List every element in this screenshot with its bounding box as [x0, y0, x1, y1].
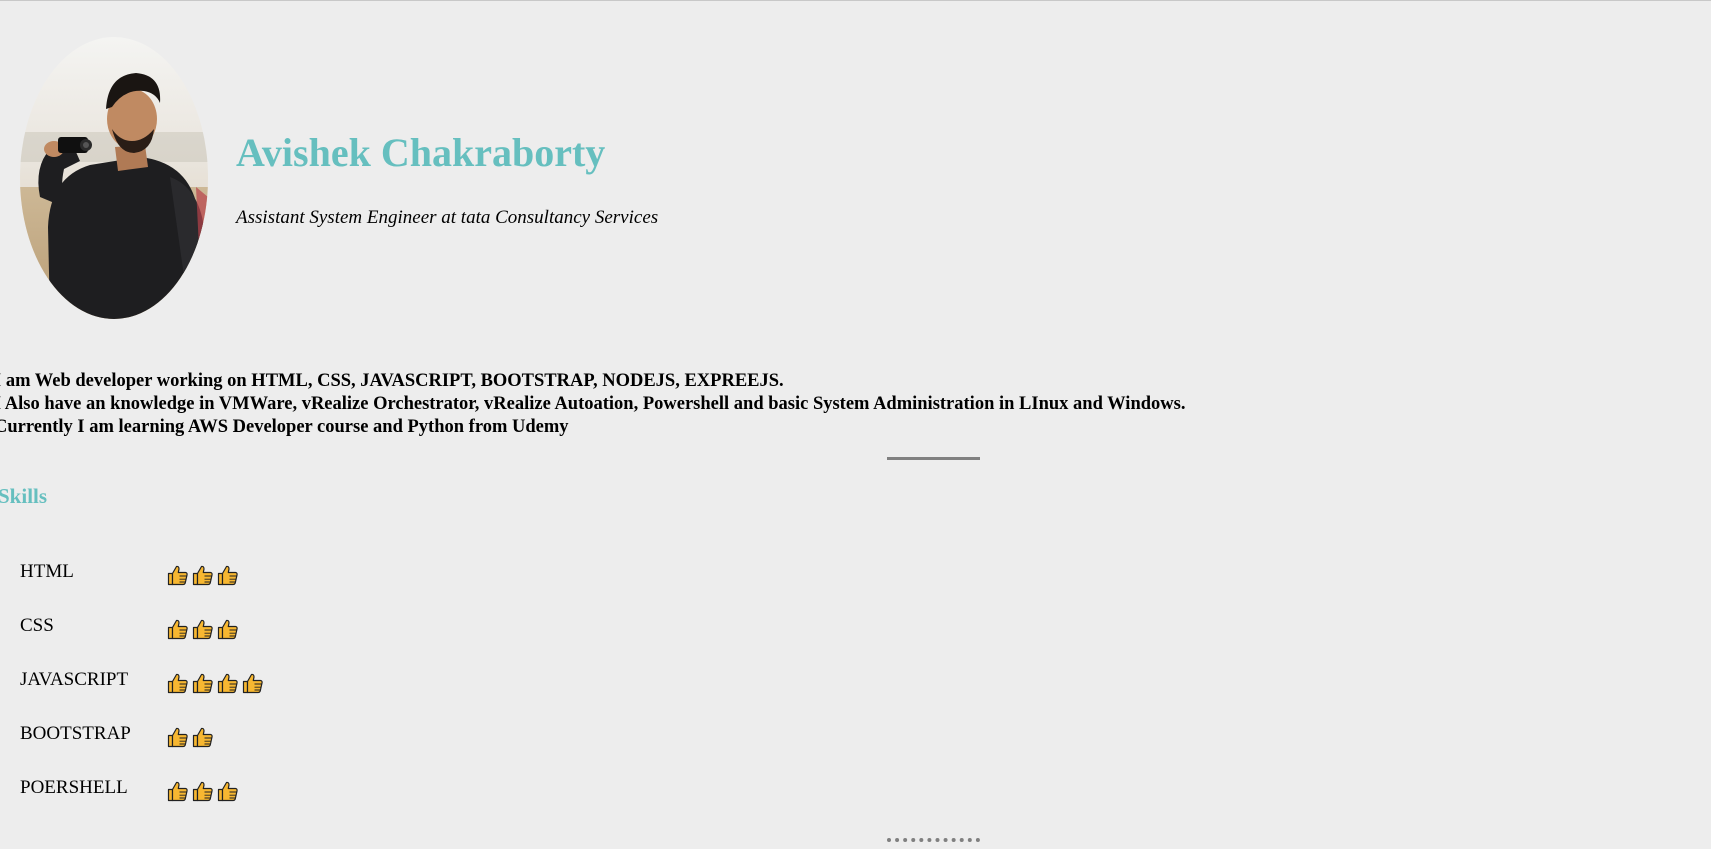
skill-rating — [166, 779, 240, 803]
dotted-divider — [887, 838, 980, 842]
thumbs-up-icon — [216, 671, 240, 695]
skill-row-html: HTML — [20, 561, 420, 589]
skill-name: JAVASCRIPT — [20, 669, 129, 690]
bio-paragraph: I am Web developer working on HTML, CSS,… — [0, 370, 1185, 439]
thumbs-up-icon — [216, 563, 240, 587]
profile-subtitle: Assistant System Engineer at tata Consul… — [236, 207, 659, 228]
thumbs-up-icon — [166, 779, 190, 803]
skill-row-bootstrap: BOOTSTRAP — [20, 723, 420, 751]
thumbs-up-icon — [166, 617, 190, 641]
bio-line: I Also have an knowledge in VMWare, vRea… — [0, 394, 1186, 414]
skill-name: HTML — [20, 561, 74, 582]
skills-heading: Skills — [0, 484, 48, 508]
thumbs-up-icon — [191, 779, 215, 803]
skill-row-poershell: POERSHELL — [20, 777, 420, 805]
skill-row-javascript: JAVASCRIPT — [20, 669, 420, 697]
thumbs-up-icon — [191, 563, 215, 587]
thumbs-up-icon — [166, 725, 190, 749]
thumbs-up-icon — [241, 671, 265, 695]
skill-name: CSS — [20, 615, 54, 636]
thumbs-up-icon — [216, 617, 240, 641]
bio-line: Currently I am learning AWS Developer co… — [0, 417, 569, 437]
thumbs-up-icon — [166, 671, 190, 695]
thumbs-up-icon — [191, 617, 215, 641]
top-border — [0, 0, 1711, 1]
skill-name: BOOTSTRAP — [20, 723, 131, 744]
skill-rating — [166, 671, 265, 695]
bio-line: I am Web developer working on HTML, CSS,… — [0, 371, 784, 391]
profile-photo — [20, 37, 208, 319]
section-divider — [887, 457, 980, 460]
thumbs-up-icon — [191, 671, 215, 695]
skill-row-css: CSS — [20, 615, 420, 643]
thumbs-up-icon — [216, 779, 240, 803]
thumbs-up-icon — [166, 563, 190, 587]
profile-name: Avishek Chakraborty — [236, 130, 606, 175]
skill-rating — [166, 725, 215, 749]
skill-rating — [166, 617, 240, 641]
skill-name: POERSHELL — [20, 777, 128, 798]
thumbs-up-icon — [191, 725, 215, 749]
skill-rating — [166, 563, 240, 587]
